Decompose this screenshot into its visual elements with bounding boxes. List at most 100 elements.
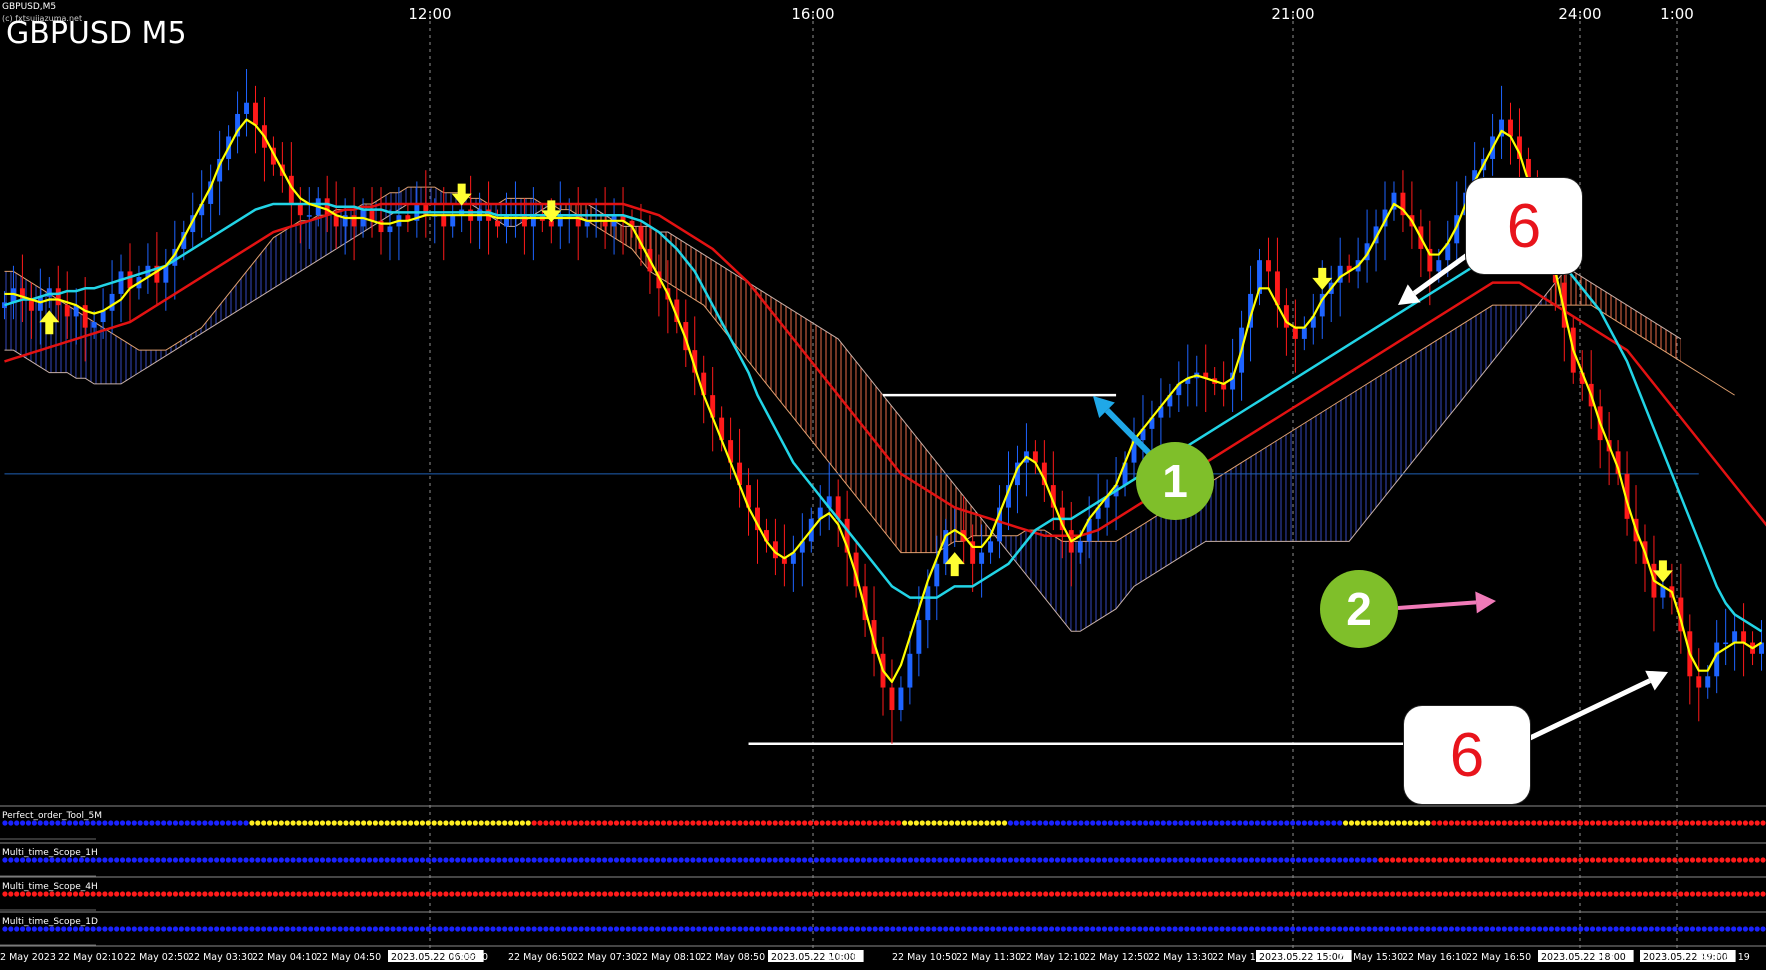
signal-dot (1554, 926, 1560, 932)
price-chart[interactable]: 12:00 16:00 21:00 24:00 1:002 May 2023 22 May… (0, 0, 1766, 966)
cloud-segment (13, 271, 23, 356)
signal-dot (143, 820, 149, 826)
signal-dot (743, 857, 749, 863)
subwindow-dot-row (2, 857, 1766, 863)
signal-dot (466, 891, 473, 897)
signal-dot (1384, 891, 1390, 897)
cloud-segment (282, 226, 292, 283)
cloud-segment (407, 187, 417, 204)
signal-dot (108, 891, 114, 897)
signal-dot (949, 926, 955, 932)
signal-dot (119, 857, 126, 863)
signal-dot (1278, 891, 1284, 897)
signal-dot (184, 926, 190, 932)
cloud-segment (1098, 541, 1108, 621)
signal-dot (672, 820, 678, 826)
signal-dot (378, 926, 384, 932)
signal-dot (425, 926, 431, 932)
signal-dot (531, 926, 537, 932)
signal-dot (684, 891, 690, 897)
signal-dot (784, 891, 790, 897)
signal-dot (484, 820, 490, 826)
signal-dot (907, 891, 914, 897)
signal-dot (243, 820, 249, 826)
signal-dot (1566, 857, 1572, 863)
signal-dot (943, 857, 949, 863)
signal-dot (1489, 926, 1496, 932)
signal-dot (1519, 891, 1525, 897)
signal-dot (866, 891, 872, 897)
signal-dot (372, 926, 378, 932)
cloud-segment (425, 187, 435, 204)
signal-dot (860, 857, 867, 863)
signal-dot (1248, 857, 1255, 863)
signal-dot (1684, 926, 1690, 932)
signal-dot (566, 926, 573, 932)
signal-dot (1054, 926, 1061, 932)
signal-dot (1419, 891, 1425, 897)
signal-dot (313, 820, 320, 826)
signal-dot (1060, 857, 1066, 863)
signal-dot (43, 820, 49, 826)
signal-dot (1619, 820, 1625, 826)
signal-dot (760, 926, 767, 932)
signal-dot (796, 926, 802, 932)
signal-dot (478, 857, 484, 863)
signal-dot (1760, 926, 1766, 932)
signal-dot (1525, 891, 1531, 897)
signal-dot (337, 820, 343, 826)
signal-dot (1184, 857, 1190, 863)
cloud-segment (1071, 541, 1081, 632)
signal-dot (1284, 857, 1290, 863)
signal-dot (1243, 891, 1249, 897)
signal-dot (596, 926, 602, 932)
signal-dot (184, 891, 190, 897)
candle-body (1705, 676, 1711, 688)
cloud-segment (1519, 305, 1529, 328)
signal-dot (925, 891, 931, 897)
signal-dot (96, 820, 102, 826)
time-axis-bottom-label: 22 May 03:30 (188, 952, 253, 963)
signal-dot (1207, 857, 1213, 863)
signal-dot (37, 857, 43, 863)
signal-dot (219, 857, 226, 863)
signal-dot (249, 857, 255, 863)
signal-dot (396, 857, 402, 863)
signal-dot (684, 820, 690, 826)
signal-dot (355, 857, 361, 863)
signal-dot (978, 891, 984, 897)
signal-dot (543, 857, 549, 863)
signal-dot (290, 857, 296, 863)
signal-dot (878, 891, 884, 897)
signal-dot (1348, 891, 1355, 897)
signal-dot (1043, 926, 1049, 932)
signal-dot (484, 891, 490, 897)
candle-body (64, 305, 70, 317)
signal-dot (843, 926, 849, 932)
signal-dot (1478, 926, 1484, 932)
signal-dot (666, 820, 672, 826)
signal-dot (1319, 820, 1325, 826)
signal-dot (1231, 857, 1237, 863)
signal-dot (637, 820, 643, 826)
signal-dot (766, 857, 772, 863)
signal-dot (960, 926, 966, 932)
signal-dot (61, 857, 67, 863)
cloud-segment (1313, 412, 1323, 542)
signal-dot (325, 820, 331, 826)
signal-dot (896, 820, 902, 826)
signal-dot (1290, 820, 1296, 826)
signal-dot (419, 891, 426, 897)
candle-body (988, 541, 994, 553)
signal-dot (313, 857, 320, 863)
cloud-segment (1044, 530, 1054, 609)
time-axis-bottom-label: y 1 (1600, 952, 1615, 963)
signal-dot (1031, 926, 1037, 932)
cloud-segment (156, 350, 166, 362)
signal-dot (449, 820, 455, 826)
signal-dot (1560, 857, 1566, 863)
signal-dot (984, 857, 990, 863)
signal-dot (643, 926, 649, 932)
chart-window[interactable]: 12:00 16:00 21:00 24:00 1:00 2 May 2023 22 May… (0, 0, 1766, 966)
signal-dot (1001, 857, 1008, 863)
